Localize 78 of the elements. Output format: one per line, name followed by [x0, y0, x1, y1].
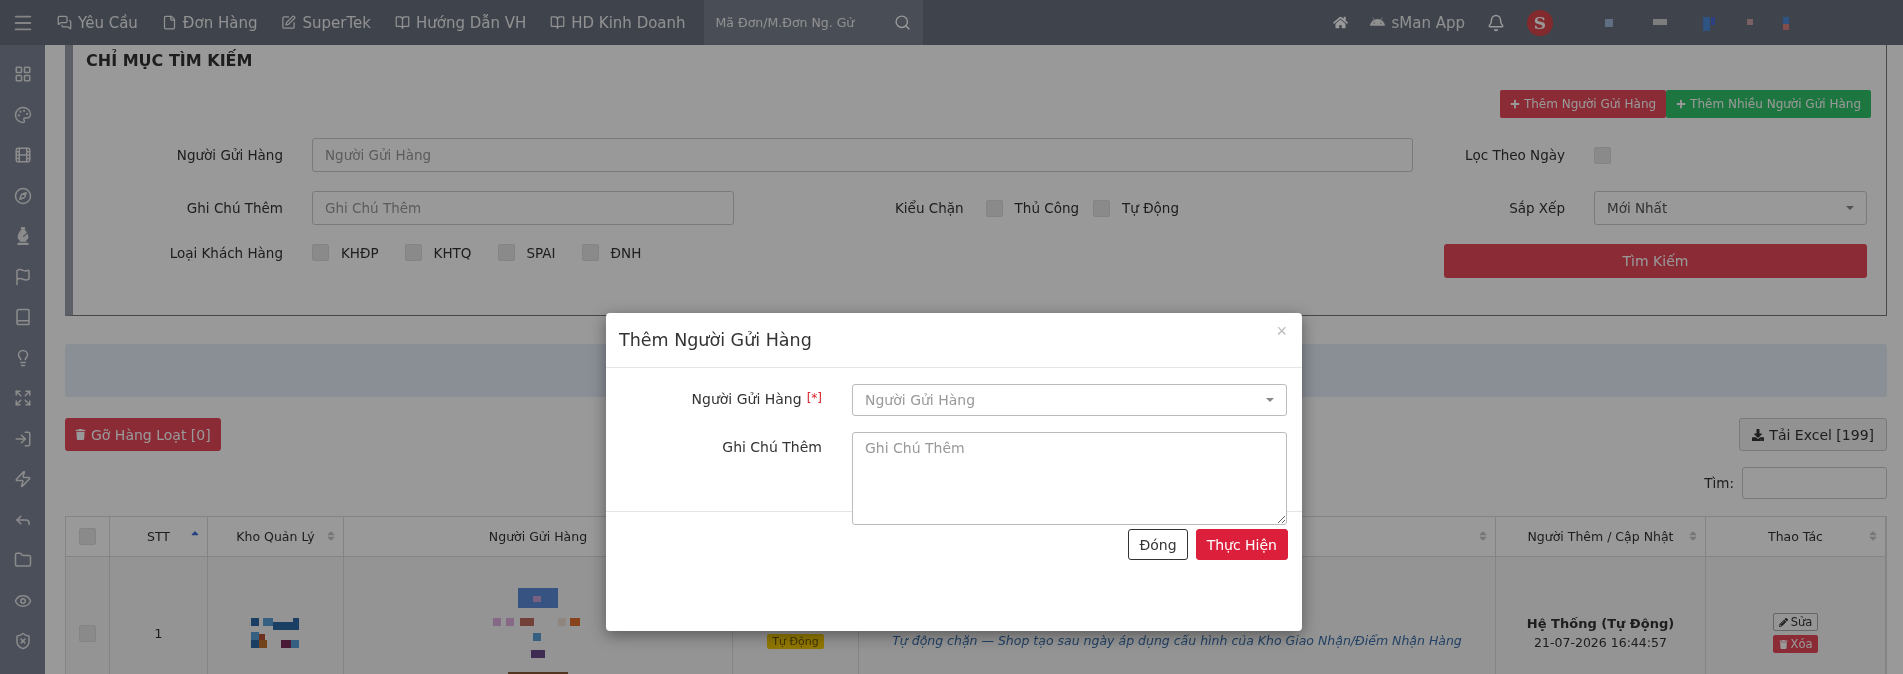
nav-link[interactable]: Yêu Cầu: [45, 13, 150, 32]
submit-button[interactable]: Thực Hiện: [1195, 529, 1288, 560]
close-button[interactable]: Đóng: [1128, 529, 1188, 560]
sort-icon[interactable]: [1687, 530, 1699, 542]
book-icon: [550, 15, 566, 30]
edit-icon: [281, 15, 297, 30]
add-button[interactable]: Thêm Nhiều Người Gửi Hàng: [1666, 90, 1871, 118]
field-label: Kiểu Chặn: [895, 200, 964, 216]
flag-icon[interactable]: [13, 267, 32, 286]
field-label: Sắp Xếp: [1508, 200, 1565, 216]
trash-icon: [75, 429, 86, 440]
panel-title: CHỈ MỤC TÌM KIẾM: [86, 51, 254, 70]
pixelated-image: [250, 618, 301, 648]
close-button[interactable]: ×: [1276, 321, 1287, 342]
sort-icon[interactable]: [1867, 530, 1879, 542]
nav-link[interactable]: Hướng Dẫn VH: [382, 13, 539, 32]
field-label: Người Gửi Hàng: [175, 147, 283, 163]
field-label: Ghi Chú Thêm: [185, 200, 283, 216]
status-badge: Tự Động: [767, 633, 824, 649]
film-icon[interactable]: [13, 146, 32, 164]
avatar[interactable]: S: [1527, 9, 1553, 36]
bulk-remove-button[interactable]: Gỡ Hàng Loạt [0]: [65, 418, 221, 451]
updated-at: 21-07-2026 16:44:57: [1534, 635, 1667, 650]
checkbox-label: Tự Động: [1122, 200, 1179, 216]
sender-input[interactable]: Người Gửi Hàng: [312, 138, 1413, 172]
sort-icon[interactable]: [325, 530, 337, 542]
grid-icon[interactable]: [13, 65, 32, 83]
plus-icon: [1676, 99, 1687, 109]
home-icon[interactable]: [1333, 15, 1349, 30]
document-icon: [161, 15, 177, 30]
plus-icon: [1509, 99, 1520, 109]
sort-icon[interactable]: [1477, 530, 1489, 542]
login-icon[interactable]: [13, 429, 32, 448]
sender-select[interactable]: Người Gửi Hàng: [852, 384, 1287, 416]
note-text: Tự động chặn — Shop tạo sau ngày áp dụng cấu hình của Kho Giao Nhận/Điểm Nhận Hàng: [892, 632, 1462, 648]
nav-link[interactable]: SuperTek: [269, 13, 383, 32]
checkbox-label: SPAI: [526, 244, 556, 261]
book-icon[interactable]: [13, 308, 32, 326]
checkbox-label: Thủ Công: [1014, 200, 1080, 216]
trash-icon: [1778, 639, 1788, 649]
filter-input[interactable]: [1742, 467, 1887, 499]
lightning-icon[interactable]: [13, 470, 32, 488]
checkbox-label: KHĐP: [341, 244, 379, 261]
search-input[interactable]: Mã Đơn/M.Đơn Ng. Gử: [715, 15, 884, 30]
required-mark: [*]: [806, 391, 822, 407]
nav-link[interactable]: Đơn Hàng: [149, 13, 270, 32]
edit-button[interactable]: Sửa: [1772, 613, 1819, 631]
field-label: Lọc Theo Ngày: [1463, 147, 1565, 163]
shield-icon[interactable]: [13, 632, 32, 650]
search-icon[interactable]: [893, 14, 911, 31]
delete-button[interactable]: Xóa: [1772, 635, 1819, 653]
note-textarea[interactable]: Ghi Chú Thêm: [852, 432, 1287, 525]
note-input[interactable]: Ghi Chú Thêm: [312, 191, 734, 225]
add-button[interactable]: Thêm Người Gửi Hàng: [1499, 90, 1667, 118]
expand-icon[interactable]: [13, 389, 32, 407]
field-label: Người Gửi Hàng [*]: [621, 384, 822, 416]
field-label: Ghi Chú Thêm: [721, 438, 822, 457]
notification-icon[interactable]: [1487, 13, 1505, 32]
checkbox-label: ĐNH: [610, 244, 642, 261]
compass-icon[interactable]: [13, 186, 32, 205]
search-field[interactable]: Mã Đơn/M.Đơn Ng. Gử: [703, 0, 923, 45]
checkbox-label: KHTQ: [433, 244, 472, 261]
table-cell: 1: [110, 557, 208, 674]
book-icon: [394, 15, 410, 30]
updated-by: Hệ Thống (Tự Động): [1526, 616, 1675, 631]
export-button[interactable]: Tải Excel [199]: [1739, 418, 1887, 451]
filter-label: Tìm:: [1704, 475, 1734, 491]
dialog-title: Thêm Người Gửi Hàng: [619, 330, 812, 350]
download-icon: [1752, 428, 1765, 441]
nav-link[interactable]: HD Kinh Doanh: [538, 13, 698, 32]
app-link[interactable]: sMan App: [1370, 13, 1465, 32]
palette-icon[interactable]: [13, 105, 32, 124]
sort-select[interactable]: Mới Nhất: [1594, 191, 1867, 225]
pencil-icon: [1778, 617, 1788, 627]
search-button[interactable]: Tìm Kiếm: [1444, 244, 1867, 278]
folder-icon[interactable]: [13, 551, 32, 569]
field-label: Loại Khách Hàng: [168, 244, 283, 261]
chat-icon: [57, 15, 72, 30]
